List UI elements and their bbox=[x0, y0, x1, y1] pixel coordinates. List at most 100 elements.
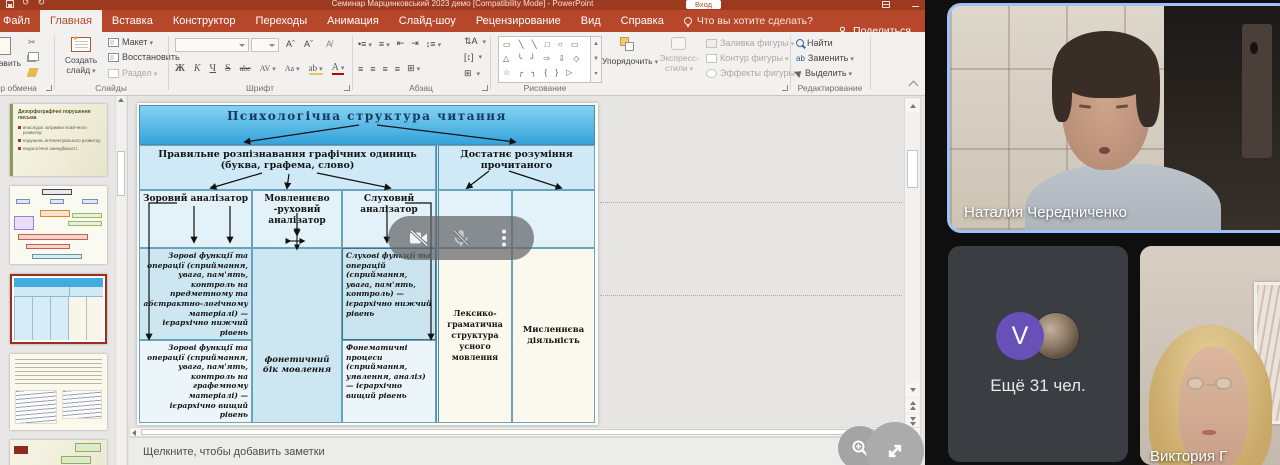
cell-thinking[interactable]: Мисленнєва діяльність bbox=[512, 248, 595, 423]
paragraph-dialog-launcher[interactable] bbox=[482, 85, 488, 91]
thumbnail-slide-2[interactable] bbox=[10, 186, 107, 264]
col-header-visual[interactable]: Зоровий аналізатор bbox=[139, 190, 252, 248]
tab-insert[interactable]: Вставка bbox=[102, 10, 163, 32]
sign-in-button[interactable]: Вход bbox=[686, 0, 721, 9]
redo-icon[interactable]: ↻ bbox=[38, 0, 46, 8]
select-button[interactable]: Выделить bbox=[796, 68, 852, 78]
thumbnail-scrollbar[interactable] bbox=[115, 96, 126, 465]
columns-button[interactable]: ⊞ bbox=[407, 63, 420, 74]
bold-button[interactable]: Ж bbox=[175, 63, 185, 74]
slide-title-cell[interactable]: Психологічна структура читання bbox=[139, 105, 595, 145]
decrease-indent-button[interactable]: ⇤ bbox=[397, 38, 405, 49]
change-case-button[interactable]: Aa bbox=[285, 64, 300, 73]
align-text-button[interactable]: [↕] bbox=[464, 52, 482, 62]
underline-button[interactable]: Ч bbox=[210, 63, 217, 74]
cell-visual-higher[interactable]: Зорові функції та операції (сприймання, … bbox=[139, 340, 252, 423]
minimize-icon[interactable] bbox=[912, 6, 919, 7]
vertical-scrollbar-thumb[interactable] bbox=[907, 150, 918, 188]
notes-pane[interactable]: Щелкните, чтобы добавить заметки bbox=[129, 437, 921, 465]
branch-right-cell[interactable]: Достатнє розуміння прочитаного bbox=[436, 145, 595, 190]
copy-button[interactable] bbox=[28, 52, 39, 61]
branch-left-cell[interactable]: Правильне розпізнавання графічних одиниц… bbox=[139, 145, 436, 190]
collapse-ribbon-button[interactable] bbox=[909, 81, 919, 91]
undo-icon[interactable]: ↺ bbox=[22, 0, 30, 8]
cell-auditory-lower[interactable]: Слухові функції та операцій (сприймання,… bbox=[342, 248, 436, 340]
cell-lexical-grammar[interactable]: Лексико-граматична структура усного мовл… bbox=[436, 248, 512, 423]
layout-button[interactable]: Макет bbox=[108, 37, 153, 47]
cell-visual-lower[interactable]: Зорові функції та операції (сприймання, … bbox=[139, 248, 252, 340]
strikethrough-button[interactable]: S bbox=[225, 63, 231, 74]
shape-fill-button[interactable]: Заливка фигуры bbox=[706, 38, 794, 48]
align-right-button[interactable]: ≡ bbox=[383, 64, 388, 74]
shape-effects-button[interactable]: Эффекты фигуры bbox=[706, 68, 801, 78]
italic-button[interactable]: К bbox=[194, 63, 201, 74]
slide-vertical-scrollbar[interactable] bbox=[904, 97, 921, 430]
horizontal-scrollbar-thumb[interactable] bbox=[141, 429, 886, 435]
text-direction-button[interactable]: ⇅A bbox=[464, 36, 486, 47]
shrink-font-button[interactable]: Aˇ bbox=[304, 39, 313, 49]
paste-button[interactable]: Вставить bbox=[0, 35, 26, 68]
tab-animations[interactable]: Анимация bbox=[317, 10, 389, 32]
participant-video-tile[interactable]: Виктория Г bbox=[1140, 246, 1280, 465]
thumbnail-scrollbar-thumb[interactable] bbox=[117, 151, 125, 196]
clear-formatting-button[interactable]: A̸ bbox=[326, 39, 332, 49]
justify-button[interactable]: ≡ bbox=[395, 64, 400, 74]
tell-me-box[interactable]: Что вы хотите сделать? bbox=[684, 10, 813, 32]
tab-help[interactable]: Справка bbox=[611, 10, 674, 32]
speaker-video-tile[interactable]: Наталия Чередниченко bbox=[947, 3, 1280, 233]
thumbnail-slide-5[interactable] bbox=[10, 440, 107, 465]
tab-file[interactable]: Файл bbox=[0, 10, 40, 32]
tab-view[interactable]: Вид bbox=[571, 10, 611, 32]
bullets-button[interactable]: •≡ bbox=[358, 39, 372, 49]
cell-phonetic[interactable]: фонетичний бік мовлення bbox=[252, 248, 342, 423]
abc-button[interactable]: abc bbox=[240, 64, 251, 73]
scroll-up-icon[interactable] bbox=[118, 98, 124, 102]
tab-review[interactable]: Рецензирование bbox=[466, 10, 571, 32]
line-spacing-button[interactable]: ↕≡ bbox=[426, 39, 441, 49]
thumbnail-slide-1[interactable]: Дизорфографічні порушення письма внаслід… bbox=[10, 104, 107, 176]
scroll-left-icon[interactable] bbox=[132, 430, 136, 436]
save-icon[interactable] bbox=[6, 0, 14, 8]
previous-slide-button[interactable] bbox=[906, 399, 919, 412]
scroll-up-button[interactable] bbox=[906, 99, 919, 112]
thumbnail-slide-4[interactable] bbox=[10, 354, 107, 430]
replace-button[interactable]: ab Заменить bbox=[796, 53, 854, 63]
tab-slideshow[interactable]: Слайд-шоу bbox=[389, 10, 466, 32]
font-name-combo[interactable] bbox=[175, 38, 249, 52]
align-center-button[interactable]: ≡ bbox=[370, 64, 375, 74]
clipboard-dialog-launcher[interactable] bbox=[46, 85, 52, 91]
more-participants-tile[interactable]: V Ещё 31 чел. bbox=[948, 246, 1128, 462]
font-dialog-launcher[interactable] bbox=[344, 85, 350, 91]
col-header-speech-motor[interactable]: Мовленнєво -руховий аналізатор bbox=[252, 190, 342, 248]
shapes-scroll[interactable]: ▲▼▾ bbox=[590, 37, 601, 82]
cut-button[interactable]: ✂ bbox=[28, 37, 36, 48]
slide-horizontal-scrollbar[interactable] bbox=[129, 427, 921, 437]
ribbon-display-options-icon[interactable] bbox=[882, 1, 890, 8]
more-options-button[interactable] bbox=[492, 226, 516, 250]
slide-canvas[interactable]: Психологічна структура читання Правильне… bbox=[137, 103, 598, 425]
smartart-button[interactable]: ⊞ bbox=[464, 68, 480, 79]
drawing-dialog-launcher[interactable] bbox=[782, 85, 788, 91]
shape-outline-button[interactable]: Контур фигуры bbox=[706, 53, 788, 63]
numbering-button[interactable]: ≡ bbox=[379, 39, 390, 49]
thumbnail-slide-3-selected[interactable] bbox=[10, 274, 107, 344]
highlight-button[interactable]: ab bbox=[309, 63, 323, 75]
find-button[interactable]: Найти bbox=[796, 38, 833, 48]
quick-styles-button[interactable]: Экспресс- стили bbox=[656, 35, 700, 75]
format-painter-button[interactable] bbox=[28, 68, 37, 77]
arrange-button[interactable]: Упорядочить bbox=[602, 35, 654, 68]
align-left-button[interactable]: ≡ bbox=[358, 64, 363, 74]
increase-indent-button[interactable]: ⇥ bbox=[411, 38, 419, 49]
shapes-gallery[interactable]: ▭ ╲ ╲ □ ○ ▭ △ ╰ ╯ ⇨ ⇩ ◇ ☆ ╭ ╮ { } ▷ ▲▼▾ bbox=[498, 36, 602, 83]
character-spacing-button[interactable]: AV bbox=[260, 64, 276, 73]
mic-off-button[interactable] bbox=[449, 226, 473, 250]
scroll-down-button[interactable] bbox=[906, 383, 919, 396]
cell-phonemic-higher[interactable]: Фонематичні процеси (сприймання, уявленн… bbox=[342, 340, 436, 423]
tab-design[interactable]: Конструктор bbox=[163, 10, 246, 32]
grow-font-button[interactable]: Aˆ bbox=[286, 39, 295, 49]
new-slide-button[interactable]: Создать слайд bbox=[58, 35, 104, 77]
font-size-combo[interactable] bbox=[251, 38, 279, 52]
section-button[interactable]: Раздел bbox=[108, 68, 157, 78]
tab-home[interactable]: Главная bbox=[40, 10, 102, 32]
font-color-button[interactable]: А bbox=[332, 62, 345, 75]
